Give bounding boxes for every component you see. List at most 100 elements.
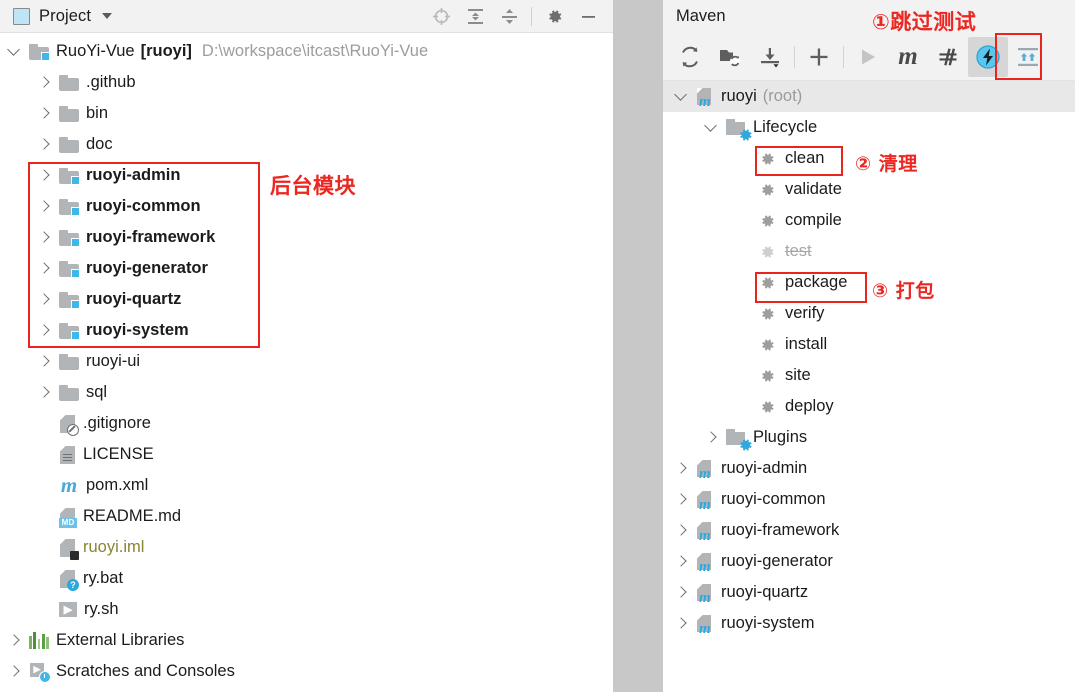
maven-project-icon: m — [696, 490, 714, 512]
chevron-right-icon[interactable] — [38, 355, 51, 368]
maven-phase-test[interactable]: test — [663, 236, 1075, 267]
tree-row-ry-sh[interactable]: ▶ ry.sh — [0, 594, 613, 625]
maven-project-icon: m — [696, 459, 714, 481]
chevron-right-icon[interactable] — [38, 262, 51, 275]
tree-item-label: .github — [86, 73, 136, 91]
maven-phase-install[interactable]: install — [663, 329, 1075, 360]
maven-panel-title: Maven — [676, 7, 726, 25]
chevron-right-icon[interactable] — [675, 555, 688, 568]
maven-phase-label: clean — [785, 149, 825, 167]
tree-row-ruoyi-framework[interactable]: ruoyi-framework — [0, 222, 613, 253]
chevron-right-icon[interactable] — [8, 665, 21, 678]
tree-row-ry-bat[interactable]: ? ry.bat — [0, 563, 613, 594]
download-sources-icon[interactable] — [750, 37, 790, 77]
module-folder-icon — [59, 198, 80, 216]
module-folder-icon — [59, 322, 80, 340]
chevron-down-icon[interactable] — [8, 45, 21, 58]
folder-icon — [59, 353, 79, 370]
chevron-right-icon[interactable] — [675, 617, 688, 630]
tree-row-ruoyi-system[interactable]: ruoyi-system — [0, 315, 613, 346]
maven-module-ruoyi-common[interactable]: m ruoyi-common — [663, 484, 1075, 515]
toggle-offline-icon[interactable] — [928, 37, 968, 77]
maven-m-icon[interactable]: m — [888, 37, 928, 77]
tree-row-sql[interactable]: sql — [0, 377, 613, 408]
tree-row-readme-md[interactable]: MD README.md — [0, 501, 613, 532]
chevron-right-icon[interactable] — [38, 386, 51, 399]
collapse-all-icon[interactable] — [492, 0, 526, 33]
maven-module-ruoyi-generator[interactable]: m ruoyi-generator — [663, 546, 1075, 577]
maven-phase-deploy[interactable]: deploy — [663, 391, 1075, 422]
expand-collapse-icon[interactable] — [1008, 37, 1048, 77]
tree-row-ruoyi-ui[interactable]: ruoyi-ui — [0, 346, 613, 377]
tree-row-license[interactable]: LICENSE — [0, 439, 613, 470]
project-tree[interactable]: RuoYi-Vue [ruoyi] D:\workspace\itcast\Ru… — [0, 33, 613, 687]
add-maven-project-icon[interactable] — [710, 37, 750, 77]
toolbar-divider — [794, 45, 795, 68]
tree-item-label: ruoyi-ui — [86, 352, 141, 370]
minimize-icon[interactable] — [571, 0, 605, 33]
run-icon[interactable] — [848, 37, 888, 77]
locate-target-icon[interactable] — [424, 0, 458, 33]
chevron-right-icon[interactable] — [675, 586, 688, 599]
tree-row-bin[interactable]: bin — [0, 98, 613, 129]
project-root-path: D:\workspace\itcast\RuoYi-Vue — [201, 42, 429, 60]
tree-item-label: ry.bat — [83, 569, 124, 587]
chevron-down-icon[interactable] — [102, 13, 113, 19]
skip-tests-icon[interactable] — [968, 36, 1008, 77]
chevron-right-icon[interactable] — [38, 324, 51, 337]
maven-module-ruoyi-system[interactable]: m ruoyi-system — [663, 608, 1075, 639]
plus-icon[interactable] — [799, 37, 839, 77]
maven-phase-verify[interactable]: verify — [663, 298, 1075, 329]
chevron-right-icon[interactable] — [38, 76, 51, 89]
chevron-right-icon[interactable] — [705, 431, 718, 444]
project-panel-title: Project — [39, 6, 92, 25]
chevron-right-icon[interactable] — [675, 493, 688, 506]
reload-projects-icon[interactable] — [670, 37, 710, 77]
chevron-right-icon[interactable] — [38, 169, 51, 182]
tree-row--gitignore[interactable]: .gitignore — [0, 408, 613, 439]
project-tool-window: Project RuoYi-Vue [ruoyi] D:\workspace\i… — [0, 0, 613, 692]
tree-row-ruoyi-iml[interactable]: ruoyi.iml — [0, 532, 613, 563]
lifecycle-folder-icon — [726, 119, 752, 141]
chevron-down-icon[interactable] — [705, 121, 718, 134]
tree-row--github[interactable]: .github — [0, 67, 613, 98]
tree-row-scratches-and-consoles[interactable]: ▶ Scratches and Consoles — [0, 656, 613, 687]
maven-phase-validate[interactable]: validate — [663, 174, 1075, 205]
maven-module-ruoyi-framework[interactable]: m ruoyi-framework — [663, 515, 1075, 546]
tree-row-project-root[interactable]: RuoYi-Vue [ruoyi] D:\workspace\itcast\Ru… — [0, 36, 613, 67]
tree-row-external-libraries[interactable]: External Libraries — [0, 625, 613, 656]
maven-module-ruoyi-quartz[interactable]: m ruoyi-quartz — [663, 577, 1075, 608]
maven-phase-site[interactable]: site — [663, 360, 1075, 391]
bat-file-icon: ? — [59, 569, 79, 591]
tree-item-label: README.md — [83, 507, 182, 525]
libraries-icon — [29, 632, 49, 649]
tree-item-label: ruoyi-framework — [86, 228, 216, 246]
chevron-right-icon[interactable] — [8, 634, 21, 647]
tree-row-ruoyi-generator[interactable]: ruoyi-generator — [0, 253, 613, 284]
chevron-right-icon[interactable] — [38, 293, 51, 306]
maven-module-ruoyi-admin[interactable]: m ruoyi-admin — [663, 453, 1075, 484]
maven-phase-compile[interactable]: compile — [663, 205, 1075, 236]
tree-row-ruoyi-quartz[interactable]: ruoyi-quartz — [0, 284, 613, 315]
maven-module-label: ruoyi-generator — [721, 552, 833, 570]
chevron-down-icon[interactable] — [675, 90, 688, 103]
chevron-right-icon[interactable] — [675, 462, 688, 475]
maven-row-root[interactable]: m ruoyi (root) — [663, 81, 1075, 112]
maven-phase-package[interactable]: package — [663, 267, 1075, 298]
chevron-right-icon[interactable] — [38, 107, 51, 120]
expand-all-icon[interactable] — [458, 0, 492, 33]
settings-gear-icon[interactable] — [537, 0, 571, 33]
tree-row-pom-xml[interactable]: m pom.xml — [0, 470, 613, 501]
panel-divider[interactable] — [613, 0, 663, 692]
chevron-right-icon[interactable] — [675, 524, 688, 537]
project-root-label: RuoYi-Vue — [56, 42, 135, 60]
maven-row-plugins[interactable]: Plugins — [663, 422, 1075, 453]
gear-icon — [758, 367, 776, 385]
tree-row-doc[interactable]: doc — [0, 129, 613, 160]
folder-icon — [59, 384, 79, 401]
maven-row-lifecycle[interactable]: Lifecycle — [663, 112, 1075, 143]
chevron-right-icon[interactable] — [38, 231, 51, 244]
chevron-right-icon[interactable] — [38, 200, 51, 213]
chevron-right-icon[interactable] — [38, 138, 51, 151]
tree-item-label: pom.xml — [86, 476, 149, 494]
